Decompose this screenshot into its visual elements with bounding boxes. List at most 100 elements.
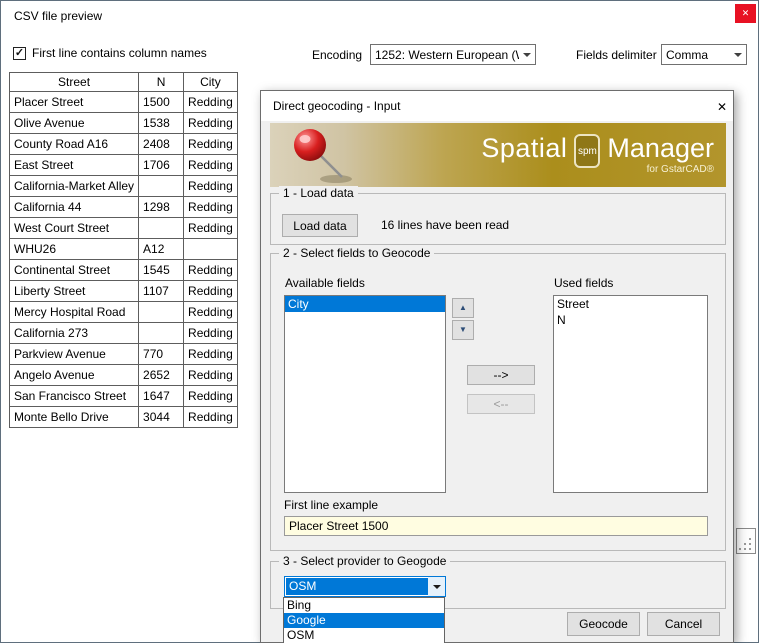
table-cell: Redding xyxy=(184,365,238,386)
table-cell: Redding xyxy=(184,281,238,302)
load-data-button[interactable]: Load data xyxy=(282,214,358,237)
table-cell: California-Market Alley xyxy=(10,176,139,197)
table-cell: Redding xyxy=(184,302,238,323)
used-fields-list[interactable]: StreetN xyxy=(553,295,708,493)
table-cell: West Court Street xyxy=(10,218,139,239)
table-cell: Redding xyxy=(184,386,238,407)
dialog-titlebar: Direct geocoding - Input ✕ xyxy=(261,91,733,121)
close-button[interactable]: ✕ xyxy=(735,4,756,23)
dialog-close-button[interactable]: ✕ xyxy=(699,91,733,121)
chevron-down-icon xyxy=(519,53,535,57)
remove-field-button[interactable]: <-- xyxy=(467,394,535,414)
table-cell: Redding xyxy=(184,344,238,365)
table-cell: California 44 xyxy=(10,197,139,218)
table-cell: WHU26 xyxy=(10,239,139,260)
available-field-item[interactable]: City xyxy=(285,296,445,312)
table-row: Continental Street1545Redding xyxy=(10,260,238,281)
table-cell: 3044 xyxy=(139,407,184,428)
provider-option[interactable]: Google xyxy=(284,613,444,628)
available-fields-label: Available fields xyxy=(285,276,365,290)
table-cell: Olive Avenue xyxy=(10,113,139,134)
table-cell xyxy=(139,176,184,197)
table-cell: 1538 xyxy=(139,113,184,134)
table-cell: 1545 xyxy=(139,260,184,281)
brand-logo: Spatial spm Manager for GstarCAD® xyxy=(481,132,714,175)
delimiter-value: Comma xyxy=(662,48,730,62)
table-cell: 2408 xyxy=(139,134,184,155)
provider-option[interactable]: Bing xyxy=(284,598,444,613)
delimiter-select[interactable]: Comma xyxy=(661,44,747,65)
close-icon: ✕ xyxy=(717,100,727,114)
add-field-button[interactable]: --> xyxy=(467,365,535,385)
table-cell: Redding xyxy=(184,197,238,218)
table-cell: Mercy Hospital Road xyxy=(10,302,139,323)
table-row: Monte Bello Drive3044Redding xyxy=(10,407,238,428)
spm-badge-icon: spm xyxy=(574,134,600,168)
table-cell: San Francisco Street xyxy=(10,386,139,407)
used-field-item[interactable]: N xyxy=(554,312,707,328)
table-row: East Street1706Redding xyxy=(10,155,238,176)
table-cell: Redding xyxy=(184,260,238,281)
table-row: California 273Redding xyxy=(10,323,238,344)
csv-table-body: Placer Street1500ReddingOlive Avenue1538… xyxy=(10,92,238,428)
arrow-up-icon: ▲ xyxy=(459,303,467,312)
table-cell: Redding xyxy=(184,92,238,113)
encoding-select[interactable]: 1252: Western European (Wir xyxy=(370,44,536,65)
first-line-checkbox[interactable]: ✓ First line contains column names xyxy=(13,46,207,60)
chevron-down-icon xyxy=(730,53,746,57)
table-cell: 770 xyxy=(139,344,184,365)
table-header-row: Street N City xyxy=(10,73,238,92)
cancel-button[interactable]: Cancel xyxy=(647,612,720,636)
used-field-item[interactable]: Street xyxy=(554,296,707,312)
csv-table: Street N City Placer Street1500ReddingOl… xyxy=(9,72,238,428)
column-header: Street xyxy=(10,73,139,92)
brand-manager: Manager xyxy=(607,135,714,162)
table-cell: Monte Bello Drive xyxy=(10,407,139,428)
table-cell: Continental Street xyxy=(10,260,139,281)
table-cell xyxy=(184,239,238,260)
move-up-button[interactable]: ▲ xyxy=(452,298,474,318)
encoding-label: Encoding xyxy=(312,48,362,62)
provider-dropdown-list[interactable]: BingGoogleOSM xyxy=(283,597,445,643)
window-titlebar: CSV file preview ✕ xyxy=(1,1,758,31)
table-cell: Redding xyxy=(184,155,238,176)
table-cell: East Street xyxy=(10,155,139,176)
table-cell: Redding xyxy=(184,176,238,197)
dialog-title: Direct geocoding - Input xyxy=(273,99,400,113)
chevron-down-icon xyxy=(428,577,445,596)
encoding-value: 1252: Western European (Wir xyxy=(371,48,519,62)
provider-selected-value: OSM xyxy=(286,578,428,595)
provider-select[interactable]: OSM xyxy=(284,576,446,597)
resize-grip[interactable] xyxy=(736,528,756,554)
table-row: San Francisco Street1647Redding xyxy=(10,386,238,407)
table-cell: 1298 xyxy=(139,197,184,218)
table-row: Olive Avenue1538Redding xyxy=(10,113,238,134)
group-select-fields-title: 2 - Select fields to Geocode xyxy=(279,246,434,260)
table-cell: Redding xyxy=(184,407,238,428)
geocode-button[interactable]: Geocode xyxy=(567,612,640,636)
table-cell: Parkview Avenue xyxy=(10,344,139,365)
checkbox-label: First line contains column names xyxy=(32,46,207,60)
table-cell xyxy=(139,218,184,239)
reorder-buttons: ▲ ▼ xyxy=(452,298,474,340)
window-title: CSV file preview xyxy=(14,9,102,23)
brand-spatial: Spatial xyxy=(481,135,567,162)
table-cell xyxy=(139,302,184,323)
pushpin-icon xyxy=(284,125,364,187)
table-row: Angelo Avenue2652Redding xyxy=(10,365,238,386)
table-cell: 1706 xyxy=(139,155,184,176)
geocoding-dialog: Direct geocoding - Input ✕ xyxy=(260,90,734,643)
group-select-fields: 2 - Select fields to Geocode Available f… xyxy=(270,253,726,551)
table-row: Mercy Hospital Road Redding xyxy=(10,302,238,323)
first-line-example-label: First line example xyxy=(284,498,378,512)
table-row: California 441298Redding xyxy=(10,197,238,218)
checkbox-checked-icon: ✓ xyxy=(13,47,26,60)
table-cell: A12 xyxy=(139,239,184,260)
table-row: WHU26A12 xyxy=(10,239,238,260)
move-down-button[interactable]: ▼ xyxy=(452,320,474,340)
available-fields-list[interactable]: City xyxy=(284,295,446,493)
table-cell: Placer Street xyxy=(10,92,139,113)
group-load-data: 1 - Load data Load data 16 lines have be… xyxy=(270,193,726,245)
table-row: County Road A162408Redding xyxy=(10,134,238,155)
provider-option[interactable]: OSM xyxy=(284,628,444,643)
